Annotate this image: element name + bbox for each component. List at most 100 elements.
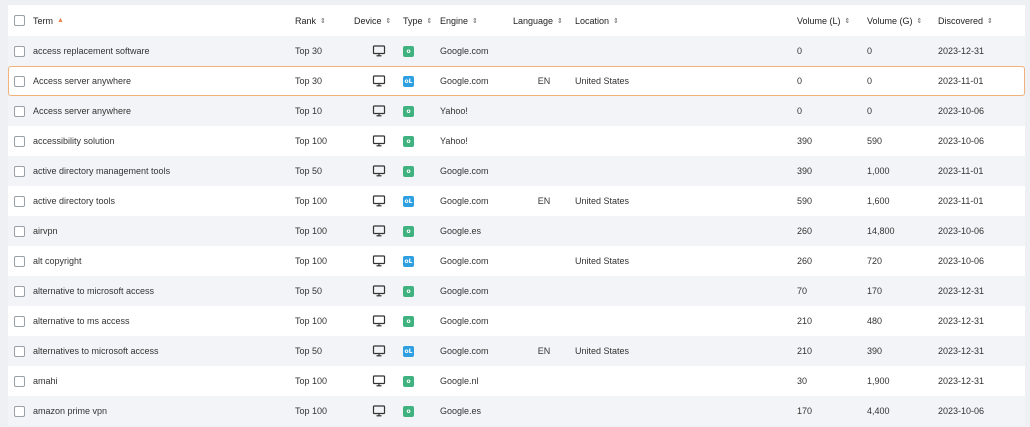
desktop-icon <box>354 344 403 358</box>
term-cell: active directory tools <box>33 196 116 206</box>
desktop-icon <box>354 374 403 388</box>
language-cell: EN <box>537 76 551 86</box>
discovered-cell: 2023-10-06 <box>938 136 985 146</box>
table-row[interactable]: airvpn Top 100 o Google.es 260 14,800 2023-10-… <box>8 216 1025 246</box>
discovered-cell: 2023-12-31 <box>938 286 985 296</box>
language-cell: EN <box>537 346 551 356</box>
engine-cell: Google.nl <box>440 376 479 386</box>
volume-l-cell: 0 <box>797 106 803 116</box>
sort-icon: ⇕ <box>987 17 993 25</box>
rank-cell: Top 50 <box>295 166 323 176</box>
discovered-cell: 2023-12-31 <box>938 46 985 56</box>
row-checkbox[interactable] <box>14 255 25 267</box>
row-checkbox[interactable] <box>14 285 25 297</box>
sort-icon: ⇕ <box>844 17 851 25</box>
row-checkbox[interactable] <box>14 75 25 87</box>
local-type-icon: oL <box>403 195 414 207</box>
term-cell: accessibility solution <box>33 136 115 146</box>
row-checkbox[interactable] <box>14 135 25 147</box>
column-header-volume-l[interactable]: Volume (L) ⇕ <box>797 16 867 26</box>
volume-l-cell: 170 <box>797 406 813 416</box>
desktop-icon <box>354 104 403 118</box>
sort-icon: ⇕ <box>472 17 478 25</box>
desktop-icon <box>354 254 403 268</box>
volume-g-cell: 1,000 <box>867 166 890 176</box>
desktop-icon <box>354 164 403 178</box>
rank-cell: Top 100 <box>295 256 328 266</box>
column-header-engine[interactable]: Engine ⇕ <box>440 16 513 26</box>
row-checkbox[interactable] <box>14 225 25 237</box>
volume-l-cell: 0 <box>797 46 803 56</box>
row-checkbox[interactable] <box>14 105 25 117</box>
sort-icon: ⇕ <box>320 17 326 25</box>
type-cell: o <box>403 405 440 417</box>
column-header-volume-g[interactable]: Volume (G) ⇕ <box>867 16 938 26</box>
sort-up-icon: ▲ <box>57 17 64 24</box>
table-row[interactable]: active directory management tools Top 50 o… <box>8 156 1025 186</box>
row-checkbox[interactable] <box>14 375 25 387</box>
column-header-location[interactable]: Location ⇕ <box>575 16 797 26</box>
discovered-cell: 2023-11-01 <box>938 76 984 86</box>
table-row[interactable]: Access server anywhere Top 30 oL Google.com… <box>8 66 1025 96</box>
table-row[interactable]: access replacement software Top 30 o Google… <box>8 36 1025 66</box>
organic-type-icon: o <box>403 285 414 297</box>
organic-type-icon: o <box>403 135 414 147</box>
column-header-discovered[interactable]: Discovered ⇕ <box>938 16 1005 26</box>
table-row[interactable]: alternatives to microsoft access Top 50 oL… <box>8 336 1025 366</box>
table-row[interactable]: Access server anywhere Top 10 o Yahoo! 0 0 202… <box>8 96 1025 126</box>
language-cell: EN <box>537 196 551 206</box>
row-checkbox[interactable] <box>14 315 25 327</box>
row-checkbox[interactable] <box>14 165 25 177</box>
volume-g-cell: 590 <box>867 136 883 146</box>
local-type-icon: oL <box>403 345 414 357</box>
volume-l-cell: 590 <box>797 196 813 206</box>
column-header-language[interactable]: Language ⇕ <box>513 16 575 26</box>
local-type-icon: oL <box>403 75 414 87</box>
sort-icon: ⇕ <box>916 17 923 25</box>
volume-g-cell: 0 <box>867 76 873 86</box>
desktop-icon <box>354 314 403 328</box>
organic-type-icon: o <box>403 405 414 417</box>
rank-cell: Top 100 <box>295 406 328 416</box>
column-header-device[interactable]: Device ⇕ <box>354 16 403 26</box>
row-checkbox[interactable] <box>14 45 25 57</box>
select-all-checkbox[interactable] <box>14 15 25 26</box>
table-row[interactable]: active directory tools Top 100 oL Google.co… <box>8 186 1025 216</box>
table-row[interactable]: alt copyright Top 100 oL Google.com United S… <box>8 246 1025 276</box>
discovered-cell: 2023-12-31 <box>938 316 985 326</box>
table-row[interactable]: amazon prime vpn Top 100 o Google.es 170 4,40… <box>8 396 1025 426</box>
type-cell: o <box>403 225 440 237</box>
volume-g-cell: 4,400 <box>867 406 890 416</box>
discovered-cell: 2023-10-06 <box>938 106 985 116</box>
rank-cell: Top 10 <box>295 106 323 116</box>
table-row[interactable]: amahi Top 100 o Google.nl 30 1,900 2023-12-31 <box>8 366 1025 396</box>
sort-icon: ⇕ <box>385 17 392 25</box>
term-cell: access replacement software <box>33 46 150 56</box>
table-row[interactable]: alternative to microsoft access Top 50 o Go… <box>8 276 1025 306</box>
table-row[interactable]: accessibility solution Top 100 o Yahoo! 390 5… <box>8 126 1025 156</box>
term-cell: alternatives to microsoft access <box>33 346 159 356</box>
desktop-icon <box>354 194 403 208</box>
row-checkbox[interactable] <box>14 195 25 207</box>
column-header-type[interactable]: Type ⇕ <box>403 16 440 26</box>
location-cell: United States <box>575 256 630 266</box>
desktop-icon <box>354 44 403 58</box>
volume-g-cell: 14,800 <box>867 226 895 236</box>
rank-cell: Top 100 <box>295 316 328 326</box>
term-cell: Access server anywhere <box>33 76 132 86</box>
rank-cell: Top 50 <box>295 286 323 296</box>
type-cell: o <box>403 45 440 57</box>
column-header-term[interactable]: Term ▲ <box>33 16 295 26</box>
rank-cell: Top 50 <box>295 346 323 356</box>
row-checkbox[interactable] <box>14 345 25 357</box>
rank-cell: Top 100 <box>295 136 328 146</box>
organic-type-icon: o <box>403 105 414 117</box>
term-cell: active directory management tools <box>33 166 171 176</box>
column-header-rank[interactable]: Rank ⇕ <box>295 16 354 26</box>
row-checkbox[interactable] <box>14 405 25 417</box>
volume-g-cell: 1,900 <box>867 376 890 386</box>
type-cell: o <box>403 315 440 327</box>
table-row[interactable]: alternative to ms access Top 100 o Google.c… <box>8 306 1025 336</box>
volume-l-cell: 390 <box>797 136 813 146</box>
engine-cell: Google.com <box>440 256 489 266</box>
